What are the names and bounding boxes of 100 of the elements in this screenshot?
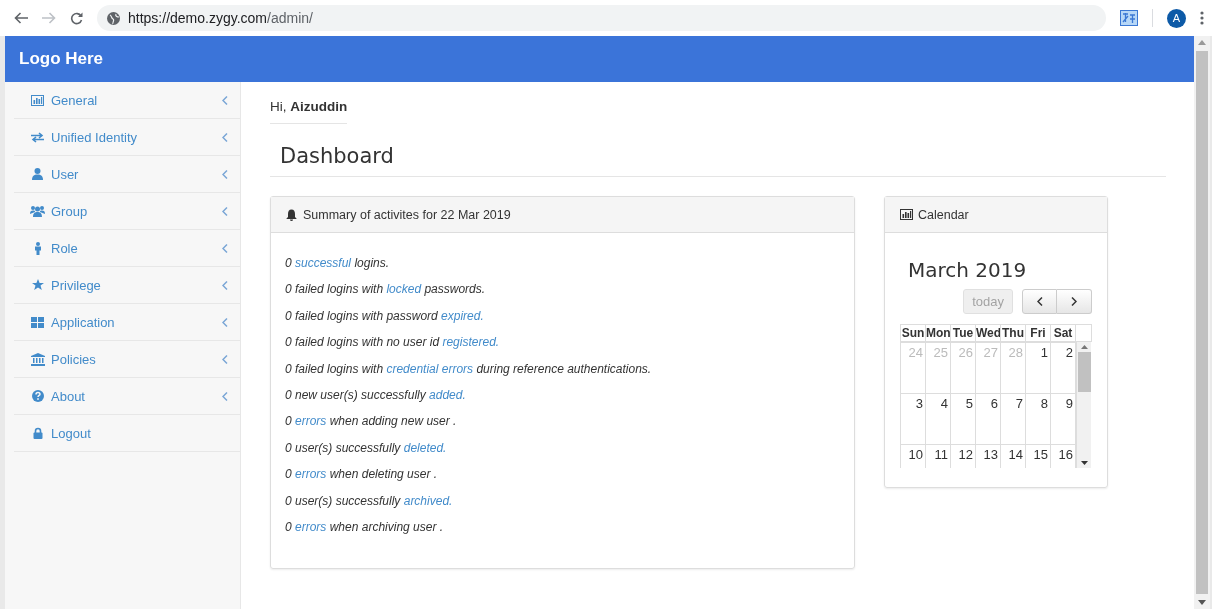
scroll-up-icon[interactable] — [1198, 40, 1206, 45]
summary-line: 0 user(s) successfully archived. — [285, 492, 454, 509]
calendar-day[interactable]: 28 — [1000, 342, 1026, 394]
group-icon — [30, 205, 45, 217]
forward-icon[interactable] — [42, 12, 56, 24]
calendar-day[interactable]: 27 — [975, 342, 1001, 394]
arrows-icon — [31, 131, 44, 143]
weekday-header: Thu — [1000, 324, 1026, 342]
summary-line: 0 errors when deleting user . — [285, 466, 439, 483]
calendar-day[interactable]: 25 — [925, 342, 951, 394]
summary-link[interactable]: expired. — [441, 308, 484, 323]
summary-link[interactable]: credential errors — [386, 361, 474, 376]
sidebar-item[interactable]: Group — [14, 193, 240, 230]
chevron-left-icon — [1036, 297, 1043, 306]
summary-link[interactable]: errors — [295, 414, 327, 429]
summary-line: 0 errors when archiving user . — [285, 518, 445, 535]
chevron-left-icon — [222, 206, 228, 216]
person-icon — [33, 241, 42, 255]
sidebar-item[interactable]: Role — [14, 230, 240, 267]
chevron-left-icon — [222, 169, 228, 179]
lock-icon — [32, 427, 43, 439]
summary-link[interactable]: successful — [295, 256, 352, 270]
calendar-month-title: March 2019 — [908, 258, 1028, 282]
summary-line: 0 new user(s) successfully added. — [285, 386, 467, 403]
help-icon — [31, 390, 44, 402]
chevron-left-icon — [222, 132, 228, 142]
scroll-up-icon[interactable] — [1080, 345, 1088, 349]
calendar-day[interactable]: 10 — [900, 444, 926, 468]
calendar-day[interactable]: 24 — [900, 342, 926, 394]
calendar-day[interactable]: 4 — [925, 393, 951, 445]
sidebar-item[interactable]: Application — [14, 304, 240, 341]
url-text: https://demo.zygy.com/admin/ — [128, 10, 313, 26]
greeting-text: Hi, Aizuddin — [270, 99, 348, 124]
calendar-day[interactable]: 2 — [1050, 342, 1076, 394]
logo-text[interactable]: Logo Here — [19, 49, 104, 69]
bar-chart-icon — [900, 209, 913, 220]
summary-link[interactable]: errors — [295, 519, 327, 534]
summary-link[interactable]: deleted. — [403, 440, 447, 455]
summary-link[interactable]: archived. — [403, 493, 453, 508]
star-icon — [31, 279, 44, 291]
chevron-left-icon — [222, 354, 228, 364]
summary-line: 0 failed logins with no user id registered. — [285, 334, 501, 351]
summary-line: 0 failed logins with locked passwords. — [285, 281, 487, 298]
chevron-left-icon — [222, 317, 228, 327]
scroll-down-icon[interactable] — [1198, 600, 1206, 605]
chevron-left-icon — [222, 95, 228, 105]
bell-icon — [286, 208, 297, 221]
summary-line: 0 successful logins. — [285, 255, 391, 271]
calendar-day[interactable]: 1 — [1025, 342, 1051, 394]
menu-icon[interactable] — [1200, 11, 1204, 25]
bank-icon — [30, 352, 45, 366]
page-scrollbar[interactable] — [1194, 36, 1210, 609]
sidebar-item[interactable]: General — [14, 82, 240, 119]
sidebar-item[interactable]: Unified Identity — [14, 119, 240, 156]
panel-title: Summary of activites for 22 Mar 2019 — [303, 207, 511, 222]
globe-icon — [107, 11, 120, 25]
weekday-header: Tue — [950, 324, 976, 342]
summary-line: 0 failed logins with credential errors during reference authentications. — [285, 360, 653, 377]
page-title: Dashboard — [280, 144, 395, 170]
calendar-day[interactable]: 26 — [950, 342, 976, 394]
summary-link[interactable]: added. — [429, 387, 466, 402]
user-icon — [32, 168, 43, 180]
next-month-button[interactable] — [1057, 289, 1092, 314]
panel-title: Calendar — [918, 207, 969, 222]
calendar-day[interactable]: 8 — [1025, 393, 1051, 445]
chevron-left-icon — [222, 280, 228, 290]
chevron-left-icon — [222, 391, 228, 401]
summary-link[interactable]: registered. — [442, 335, 500, 350]
profile-avatar[interactable]: A — [1167, 8, 1186, 28]
weekday-header: Mon — [925, 324, 951, 342]
chevron-left-icon — [222, 243, 228, 253]
reload-icon[interactable] — [70, 11, 83, 25]
summary-line: 0 failed logins with password expired. — [285, 307, 485, 324]
calendar-day[interactable]: 7 — [1000, 393, 1026, 445]
grid-icon — [31, 316, 44, 328]
weekday-header: Sun — [900, 324, 926, 342]
summary-link[interactable]: locked — [386, 282, 422, 297]
calendar-day[interactable]: 9 — [1050, 393, 1076, 445]
weekday-header: Sat — [1050, 324, 1076, 342]
sidebar-item[interactable]: Logout — [14, 415, 240, 452]
sidebar-item[interactable]: Policies — [14, 341, 240, 378]
back-icon[interactable] — [14, 12, 28, 24]
sidebar-item[interactable]: About — [14, 378, 240, 415]
summary-line: 0 user(s) successfully deleted. — [285, 439, 448, 456]
sidebar-item[interactable]: User — [14, 156, 240, 193]
previous-month-button[interactable] — [1022, 289, 1057, 314]
calendar-day[interactable]: 5 — [950, 393, 976, 445]
summary-line: 0 errors when adding new user . — [285, 413, 458, 430]
address-bar[interactable]: https://demo.zygy.com/admin/ — [97, 5, 1106, 31]
calendar-day[interactable]: 3 — [900, 393, 926, 445]
bar-chart-icon — [31, 94, 44, 106]
calendar-scrollbar[interactable] — [1076, 342, 1091, 468]
scroll-down-icon[interactable] — [1080, 461, 1088, 465]
weekday-header: Wed — [975, 324, 1001, 342]
chevron-right-icon — [1071, 297, 1077, 306]
translate-icon[interactable] — [1120, 10, 1138, 26]
calendar-day[interactable]: 6 — [975, 393, 1001, 445]
sidebar-item[interactable]: Privilege — [14, 267, 240, 304]
summary-link[interactable]: errors — [295, 467, 327, 482]
weekday-header: Fri — [1025, 324, 1051, 342]
